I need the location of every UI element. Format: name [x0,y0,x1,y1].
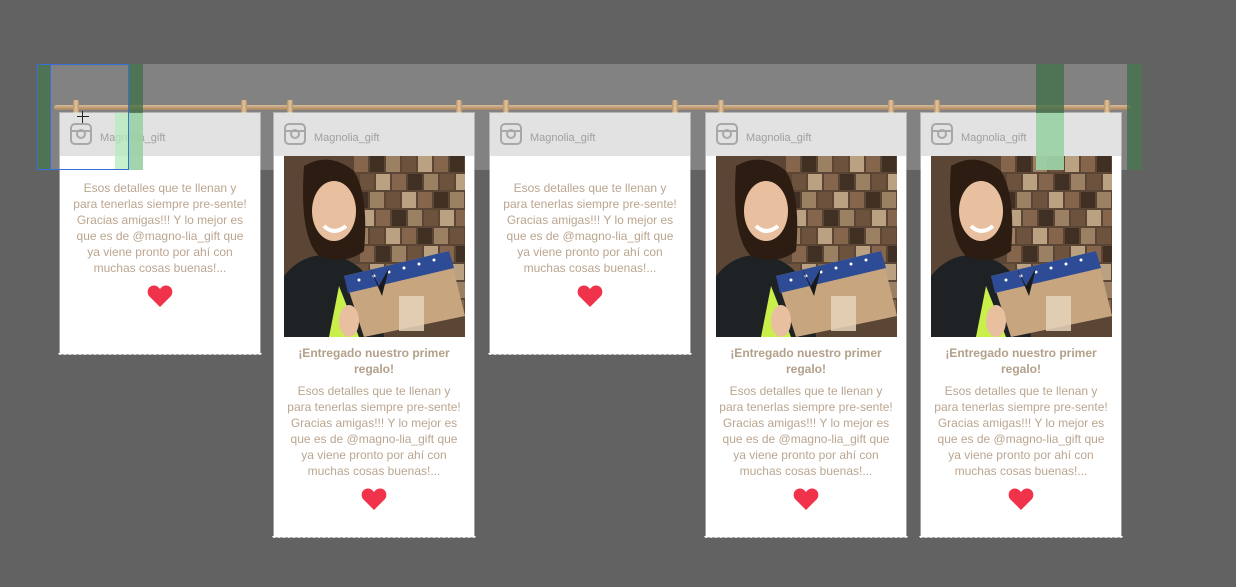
card-header: Magnolia_gift [921,113,1121,156]
post-photo[interactable] [715,156,897,337]
like-area [490,284,690,314]
guide-strip [1036,113,1064,170]
guide-strip [1127,64,1142,170]
crosshair-cursor-icon [77,111,89,123]
post-text: Esos detalles que te llenan y para tener… [934,384,1108,478]
heart-icon[interactable] [361,487,387,511]
post-card[interactable]: Magnolia_gift Esos detalles que te llena… [488,113,692,357]
post-card[interactable]: Magnolia_gift ¡Entregado nuestro primer … [272,113,476,540]
like-area [60,284,260,314]
username-label[interactable]: Magnolia_gift [746,132,811,144]
post-title: ¡Entregado nuestro primer regalo! [730,346,882,376]
post-text: Esos detalles que te llenan y para tener… [503,181,677,275]
heart-icon[interactable] [793,487,819,511]
like-area [921,487,1121,517]
clothesline-rope [54,105,1131,110]
heart-icon[interactable] [1008,487,1034,511]
post-title: ¡Entregado nuestro primer regalo! [945,346,1097,376]
post-text: Esos detalles que te llenan y para tener… [287,384,461,478]
username-label[interactable]: Magnolia_gift [314,132,379,144]
instagram-icon[interactable] [284,123,306,145]
like-area [274,487,474,517]
like-area [706,487,906,517]
username-label[interactable]: Magnolia_gift [530,132,595,144]
post-text: Esos detalles que te llenan y para tener… [719,384,893,478]
card-header: Magnolia_gift [490,113,690,156]
card-header: Magnolia_gift [274,113,474,156]
heart-icon[interactable] [577,284,603,308]
instagram-icon[interactable] [931,123,953,145]
username-label[interactable]: Magnolia_gift [961,132,1026,144]
instagram-icon[interactable] [500,123,522,145]
card-header: Magnolia_gift [706,113,906,156]
heart-icon[interactable] [147,284,173,308]
post-card[interactable]: Magnolia_gift ¡Entregado nuestro primer … [919,113,1123,540]
post-card[interactable]: Magnolia_gift ¡Entregado nuestro primer … [704,113,908,540]
post-photo[interactable] [283,156,465,337]
post-text: Esos detalles que te llenan y para tener… [73,181,247,275]
post-title: ¡Entregado nuestro primer regalo! [298,346,450,376]
post-photo[interactable] [930,156,1112,337]
instagram-icon[interactable] [716,123,738,145]
